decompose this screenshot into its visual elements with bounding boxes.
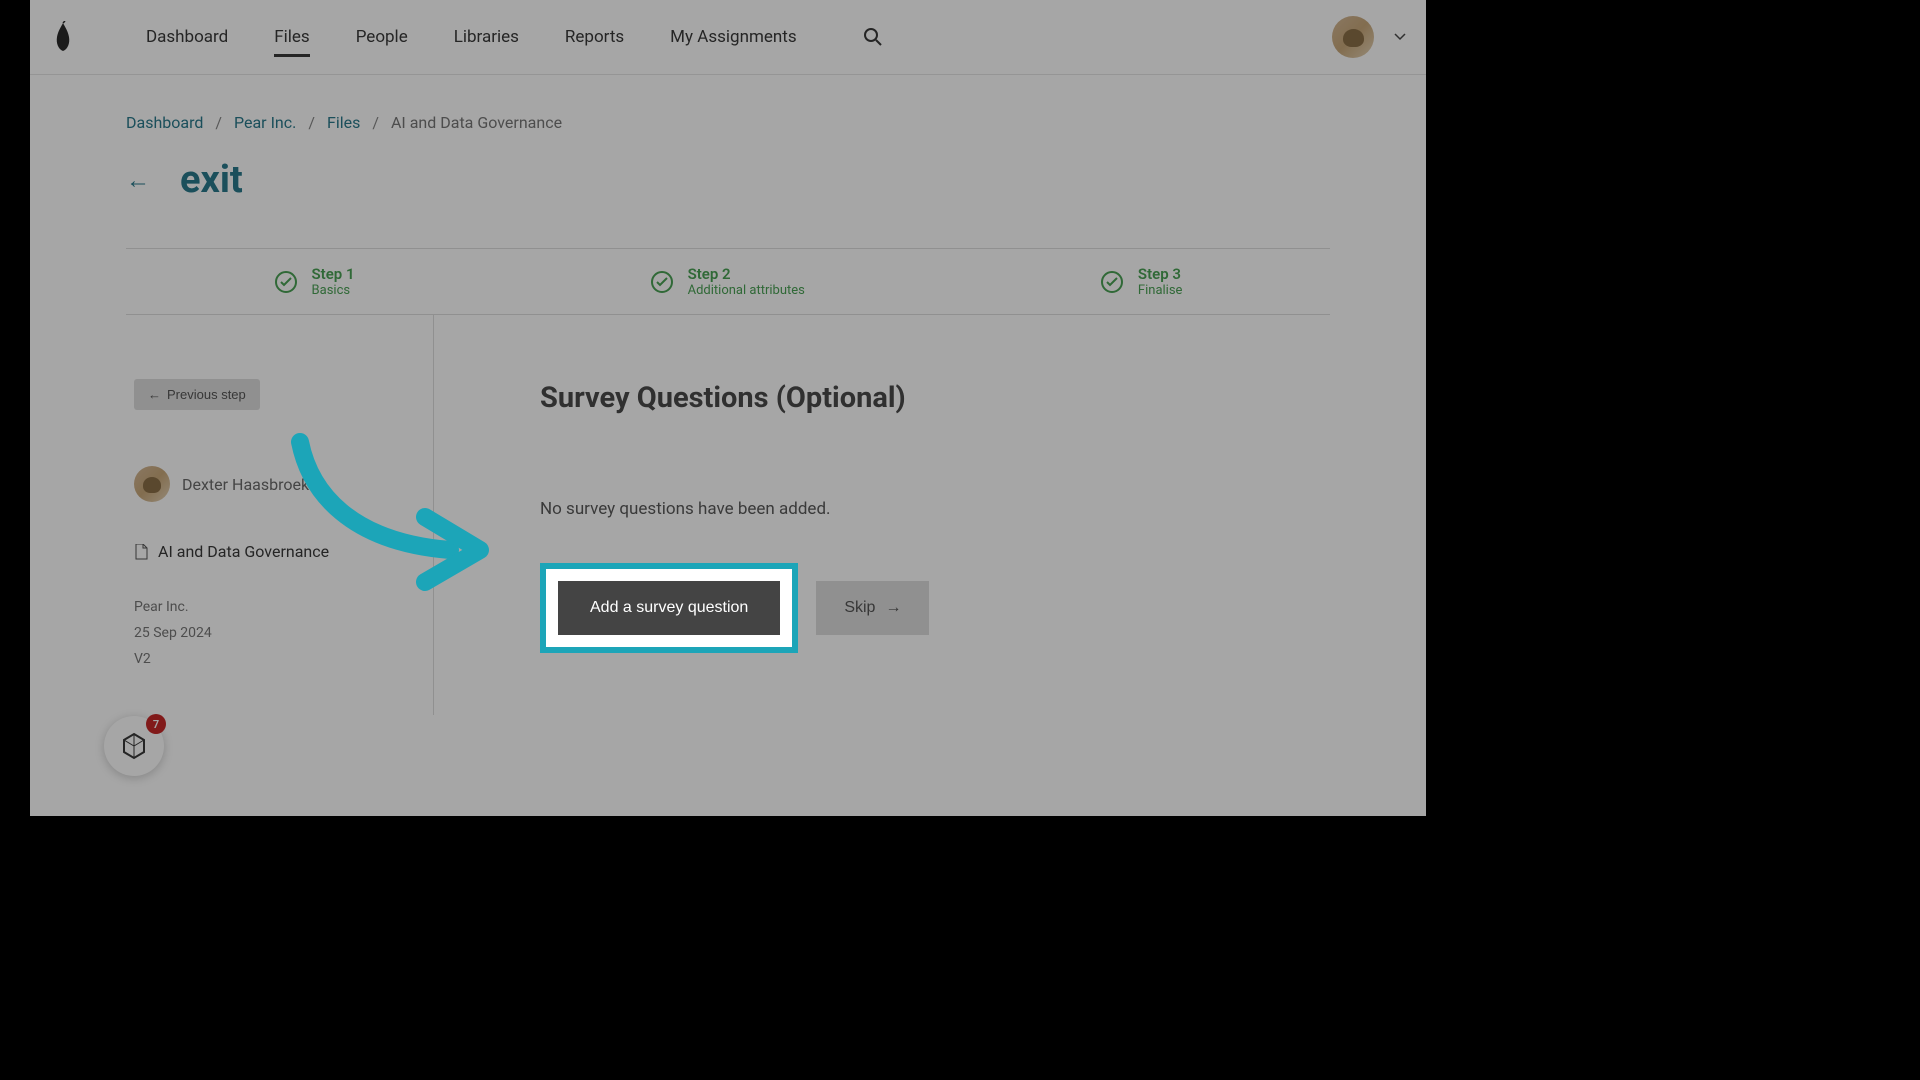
check-circle-icon [274, 270, 298, 294]
top-nav: Dashboard Files People Libraries Reports… [30, 0, 1426, 75]
document-name: AI and Data Governance [158, 542, 329, 561]
nav-dashboard[interactable]: Dashboard [146, 3, 228, 71]
breadcrumb-current: AI and Data Governance [391, 113, 562, 132]
exit-link[interactable]: exit [180, 158, 243, 202]
step-subtitle: Finalise [1138, 283, 1183, 298]
nav-libraries[interactable]: Libraries [454, 3, 519, 71]
doc-row: AI and Data Governance [134, 542, 433, 561]
author-name: Dexter Haasbroek [182, 475, 309, 494]
company-name: Pear Inc. [134, 599, 433, 615]
nav-people[interactable]: People [356, 3, 408, 71]
step-text: Step 2 Additional attributes [688, 265, 805, 298]
step-title: Step 3 [1138, 265, 1183, 283]
main-panel: Survey Questions (Optional) No survey qu… [434, 315, 1330, 715]
steps-container: Step 1 Basics Step 2 Additional attribut… [126, 248, 1330, 315]
content: Dashboard / Pear Inc. / Files / AI and D… [30, 75, 1426, 715]
document-date: 25 Sep 2024 [134, 625, 433, 641]
skip-button[interactable]: Skip → [816, 581, 929, 635]
user-row: Dexter Haasbroek [134, 466, 433, 502]
search-icon[interactable] [863, 27, 883, 47]
widget-badge-count: 7 [146, 714, 166, 734]
step-1[interactable]: Step 1 Basics [274, 265, 355, 298]
widget-logo-icon [120, 732, 148, 760]
nav-files[interactable]: Files [274, 3, 309, 71]
step-subtitle: Basics [312, 283, 355, 298]
step-text: Step 3 Finalise [1138, 265, 1183, 298]
skip-label: Skip [844, 599, 875, 617]
step-3[interactable]: Step 3 Finalise [1100, 265, 1183, 298]
document-icon [134, 544, 148, 560]
exit-row: ← exit [126, 158, 1330, 202]
step-title: Step 2 [688, 265, 805, 283]
breadcrumb-sep: / [372, 113, 379, 132]
user-avatar[interactable] [1332, 16, 1374, 58]
breadcrumb-sep: / [308, 113, 315, 132]
panel-title: Survey Questions (Optional) [540, 381, 1330, 415]
highlight-callout: Add a survey question [540, 563, 798, 653]
nav-right [1332, 16, 1406, 58]
document-version: V2 [134, 651, 433, 667]
nav-items: Dashboard Files People Libraries Reports… [146, 3, 1332, 71]
breadcrumb-dashboard[interactable]: Dashboard [126, 113, 203, 132]
step-title: Step 1 [312, 265, 355, 283]
sidebar: ← Previous step Dexter Haasbroek AI and … [126, 315, 434, 715]
step-subtitle: Additional attributes [688, 283, 805, 298]
main-area: ← Previous step Dexter Haasbroek AI and … [126, 315, 1330, 715]
panel-subtitle: No survey questions have been added. [540, 499, 1330, 519]
step-2[interactable]: Step 2 Additional attributes [650, 265, 805, 298]
previous-step-button[interactable]: ← Previous step [134, 379, 260, 410]
step-text: Step 1 Basics [312, 265, 355, 298]
breadcrumb-company[interactable]: Pear Inc. [234, 113, 296, 132]
back-arrow-icon[interactable]: ← [126, 166, 150, 195]
logo-icon [50, 21, 76, 53]
breadcrumb-files[interactable]: Files [327, 113, 360, 132]
chevron-down-icon[interactable] [1394, 33, 1406, 41]
breadcrumb: Dashboard / Pear Inc. / Files / AI and D… [126, 113, 1330, 132]
breadcrumb-sep: / [215, 113, 222, 132]
add-survey-question-button[interactable]: Add a survey question [558, 581, 780, 635]
arrow-right-icon: → [885, 599, 901, 617]
author-avatar [134, 466, 170, 502]
button-row: Add a survey question Skip → [540, 563, 1330, 653]
check-circle-icon [650, 270, 674, 294]
nav-reports[interactable]: Reports [565, 3, 624, 71]
check-circle-icon [1100, 270, 1124, 294]
help-widget[interactable]: 7 [104, 716, 164, 776]
nav-assignments[interactable]: My Assignments [670, 3, 796, 71]
prev-step-label: Previous step [167, 387, 246, 402]
arrow-left-icon: ← [148, 387, 161, 402]
app-container: Dashboard Files People Libraries Reports… [30, 0, 1426, 816]
